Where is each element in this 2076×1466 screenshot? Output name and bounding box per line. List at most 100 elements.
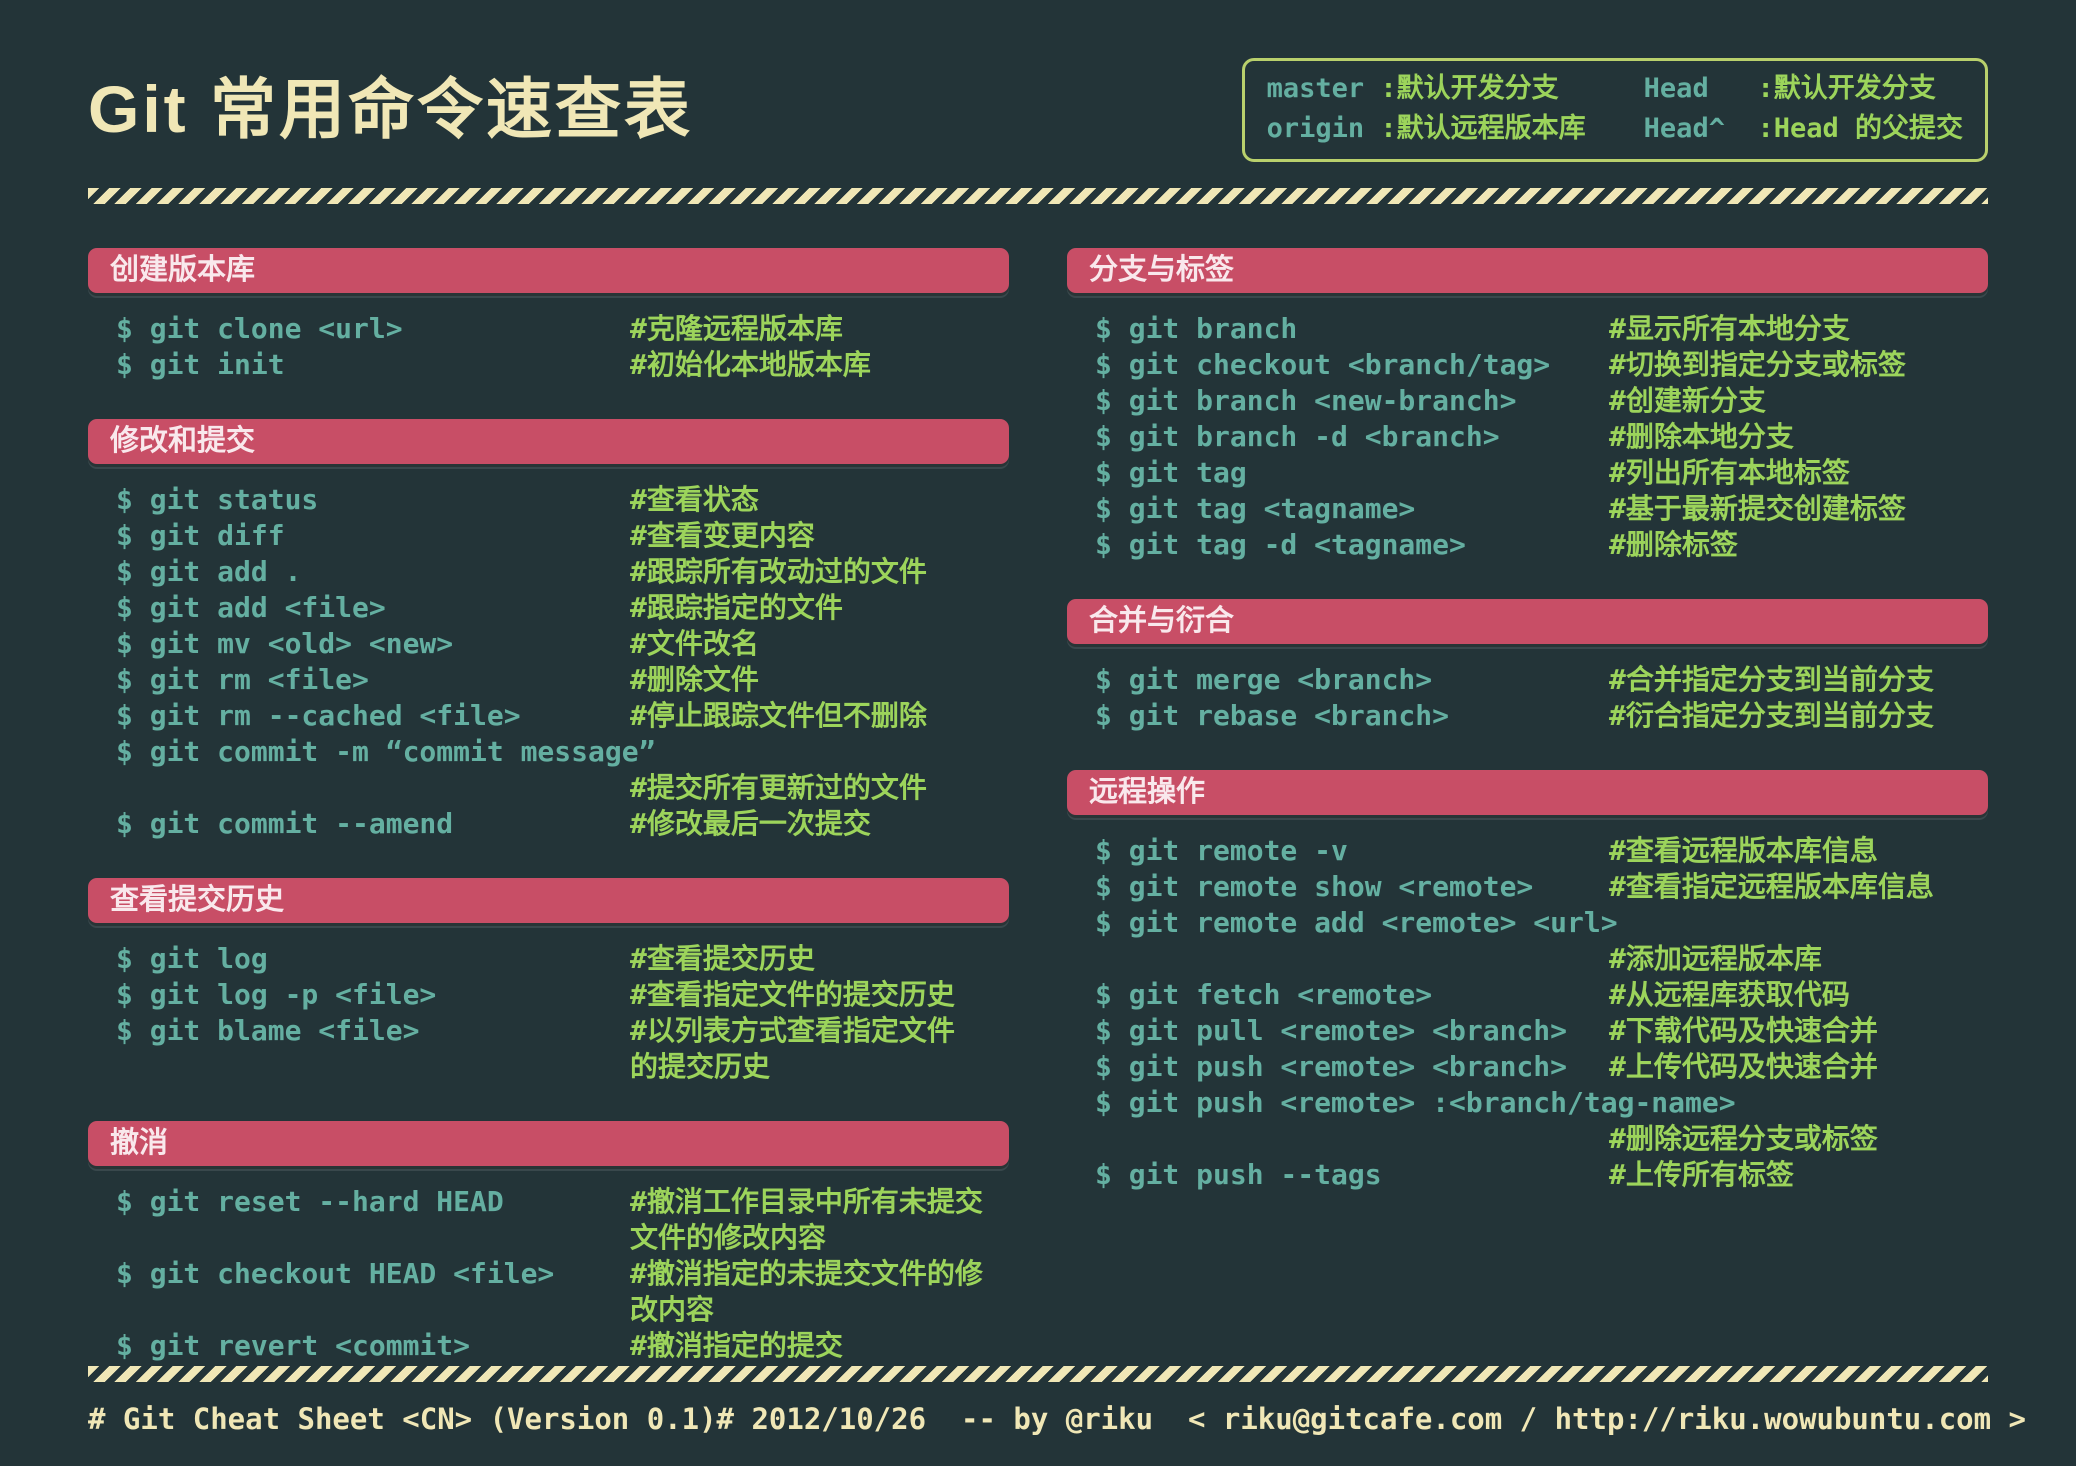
command-row: $ git log -p <file> #查看指定文件的提交历史 [88, 977, 1009, 1013]
section: 远程操作 $ git remote -v #查看远程版本库信息 $ git remot… [1067, 770, 1988, 1193]
legend-term: origin [1266, 113, 1365, 144]
comment-text: #查看状态 [630, 483, 759, 516]
section: 合并与衍合 $ git merge <branch> #合并指定分支到当前分支 $ g… [1067, 599, 1988, 734]
comment-text: #查看远程版本库信息 [1609, 834, 1878, 867]
command-text: $ git checkout <branch/tag> [1095, 348, 1551, 381]
command-row: $ git mv <old> <new> #文件改名 [88, 626, 1009, 662]
command-text: $ git push <remote> :<branch/tag-name> [1095, 1086, 1736, 1119]
command-row: $ git blame <file> #以列表方式查看指定文件 的提交历史 [88, 1013, 1009, 1085]
comment-text: #下载代码及快速合并 [1609, 1014, 1878, 1047]
command-row: $ git fetch <remote> #从远程库获取代码 [1067, 977, 1988, 1013]
legend-term: Head [1643, 73, 1709, 104]
command-row: $ git tag -d <tagname> #删除标签 [1067, 527, 1988, 563]
legend-term: Head^ [1643, 113, 1725, 144]
command-text: $ git status [116, 483, 319, 516]
section: 撤消 $ git reset --hard HEAD #撤消工作目录中所有未提交 文… [88, 1121, 1009, 1364]
command-row: $ git merge <branch> #合并指定分支到当前分支 [1067, 662, 1988, 698]
command-text: $ git tag [1095, 456, 1247, 489]
command-row: $ git checkout HEAD <file> #撤消指定的未提交文件的修 … [88, 1256, 1009, 1328]
comment-text: #修改最后一次提交 [630, 807, 871, 840]
section: 修改和提交 $ git status #查看状态 $ git diff #查看变更内容 $… [88, 419, 1009, 842]
command-text: $ git reset --hard HEAD [116, 1185, 504, 1218]
legend-column: master:默认开发分支 origin:默认远程版本库 [1267, 69, 1586, 149]
comment-text: #撤消指定的未提交文件的修 改内容 [630, 1257, 983, 1326]
command-row: $ git tag <tagname> #基于最新提交创建标签 [1067, 491, 1988, 527]
right-column: 分支与标签 $ git branch #显示所有本地分支 $ git checkout… [1067, 248, 1988, 1400]
comment-text: #初始化本地版本库 [630, 348, 871, 381]
command-text: $ git commit -m “commit message” [116, 735, 656, 768]
comment-text: #上传所有标签 [1609, 1158, 1794, 1191]
comment-text: #列出所有本地标签 [1609, 456, 1850, 489]
comment-text: #合并指定分支到当前分支 [1609, 663, 1934, 696]
command-row: $ git add . #跟踪所有改动过的文件 [88, 554, 1009, 590]
comment-text: #查看指定远程版本库信息 [1609, 870, 1934, 903]
command-row: $ git branch <new-branch> #创建新分支 [1067, 383, 1988, 419]
section-header: 远程操作 [1067, 770, 1988, 815]
command-text: $ git checkout HEAD <file> [116, 1257, 555, 1290]
command-text: $ git branch <new-branch> [1095, 384, 1517, 417]
command-row: $ git push <remote> :<branch/tag-name> #删… [1067, 1085, 1988, 1157]
top-hatch-divider [88, 188, 1988, 204]
comment-text: #衍合指定分支到当前分支 [1609, 699, 1934, 732]
command-text: $ git branch [1095, 312, 1298, 345]
columns-container: 创建版本库 $ git clone <url> #克隆远程版本库 $ git init… [0, 204, 2076, 1400]
legend-desc: :默认开发分支 [1380, 73, 1559, 104]
comment-text: #查看指定文件的提交历史 [630, 978, 955, 1011]
command-row: $ git rm <file> #删除文件 [88, 662, 1009, 698]
command-row: $ git remote -v #查看远程版本库信息 [1067, 833, 1988, 869]
command-text: $ git remote -v [1095, 834, 1348, 867]
command-row: $ git rebase <branch> #衍合指定分支到当前分支 [1067, 698, 1988, 734]
command-text: $ git log -p <file> [116, 978, 437, 1011]
command-row: $ git remote add <remote> <url> #添加远程版本库 [1067, 905, 1988, 977]
command-row: $ git pull <remote> <branch> #下载代码及快速合并 [1067, 1013, 1988, 1049]
command-text: $ git init [116, 348, 285, 381]
comment-text: #切换到指定分支或标签 [1609, 348, 1906, 381]
bottom-hatch-divider [88, 1366, 1988, 1382]
legend-item: Head :默认开发分支 [1644, 69, 1963, 109]
section-header: 修改和提交 [88, 419, 1009, 464]
command-row: $ git branch #显示所有本地分支 [1067, 311, 1988, 347]
comment-text: #提交所有更新过的文件 [630, 771, 927, 804]
comment-text: #跟踪所有改动过的文件 [630, 555, 927, 588]
command-row: $ git rm --cached <file> #停止跟踪文件但不删除 [88, 698, 1009, 734]
legend-column: Head:默认开发分支 Head^:Head 的父提交 [1644, 69, 1963, 149]
footer-text: # Git Cheat Sheet <CN> (Version 0.1) # 2… [88, 1402, 2026, 1436]
command-text: $ git fetch <remote> [1095, 978, 1433, 1011]
comment-text: #跟踪指定的文件 [630, 591, 843, 624]
command-text: $ git tag <tagname> [1095, 492, 1416, 525]
section-header: 撤消 [88, 1121, 1009, 1166]
comment-text: #删除本地分支 [1609, 420, 1794, 453]
comment-text: #显示所有本地分支 [1609, 312, 1850, 345]
comment-text: #删除标签 [1609, 528, 1738, 561]
comment-text: #查看提交历史 [630, 942, 815, 975]
command-text: $ git commit --amend [116, 807, 454, 840]
page-title: Git 常用命令速查表 [88, 72, 693, 146]
comment-text: #删除文件 [630, 663, 759, 696]
comment-text: #基于最新提交创建标签 [1609, 492, 1906, 525]
command-text: $ git rm --cached <file> [116, 699, 521, 732]
section-header: 分支与标签 [1067, 248, 1988, 293]
command-row: $ git add <file> #跟踪指定的文件 [88, 590, 1009, 626]
comment-text: #删除远程分支或标签 [1609, 1122, 1878, 1155]
command-text: $ git add . [116, 555, 302, 588]
command-row: $ git commit --amend #修改最后一次提交 [88, 806, 1009, 842]
command-text: $ git revert <commit> [116, 1329, 471, 1362]
command-row: $ git branch -d <branch> #删除本地分支 [1067, 419, 1988, 455]
command-text: $ git merge <branch> [1095, 663, 1433, 696]
section: 查看提交历史 $ git log #查看提交历史 $ git log -p <file… [88, 878, 1009, 1085]
command-row: $ git diff #查看变更内容 [88, 518, 1009, 554]
command-text: $ git mv <old> <new> [116, 627, 454, 660]
command-row: $ git push <remote> <branch> #上传代码及快速合并 [1067, 1049, 1988, 1085]
git-cheat-sheet: Git 常用命令速查表 master:默认开发分支 origin:默认远程版本库 H… [0, 0, 2076, 1466]
command-text: $ git clone <url> [116, 312, 403, 345]
command-row: $ git reset --hard HEAD #撤消工作目录中所有未提交 文件的… [88, 1184, 1009, 1256]
command-row: $ git log #查看提交历史 [88, 941, 1009, 977]
command-text: $ git rm <file> [116, 663, 369, 696]
section-header: 创建版本库 [88, 248, 1009, 293]
header: Git 常用命令速查表 master:默认开发分支 origin:默认远程版本库 H… [0, 0, 2076, 162]
legend-desc: :默认开发分支 [1757, 73, 1936, 104]
comment-text: #撤消指定的提交 [630, 1329, 843, 1362]
command-row: $ git tag #列出所有本地标签 [1067, 455, 1988, 491]
command-text: $ git diff [116, 519, 285, 552]
command-text: $ git rebase <branch> [1095, 699, 1450, 732]
